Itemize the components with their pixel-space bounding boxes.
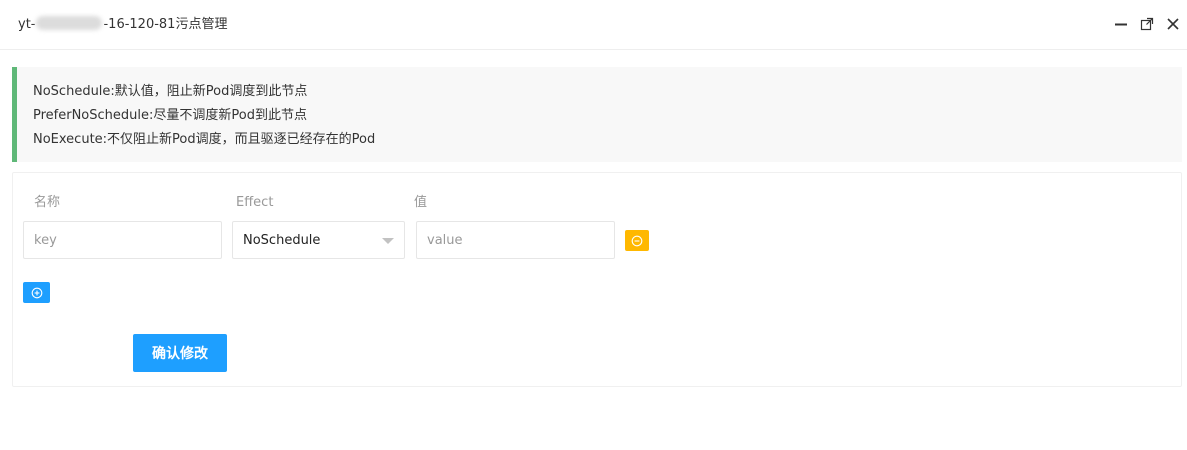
effect-selected-value: NoSchedule	[243, 233, 321, 248]
window-title-prefix: yt-	[18, 17, 36, 32]
window-title-suffix: -16-120-81污点管理	[103, 17, 228, 32]
minimize-button[interactable]	[1112, 15, 1130, 33]
window-title: yt- -16-120-81污点管理	[18, 15, 227, 35]
effect-select[interactable]: NoSchedule	[232, 221, 405, 259]
remove-row-button[interactable]	[625, 230, 649, 251]
maximize-button[interactable]	[1138, 15, 1156, 33]
effect-column-label: Effect	[236, 195, 274, 210]
plus-circle-icon	[31, 287, 42, 298]
notice-line-noexecute: NoExecute:不仅阻止新Pod调度，而且驱逐已经存在的Pod	[33, 132, 376, 147]
taint-effect-notice: NoSchedule:默认值，阻止新Pod调度到此节点 PreferNoSche…	[12, 67, 1182, 162]
close-button[interactable]	[1164, 15, 1182, 33]
close-icon	[1167, 18, 1179, 30]
name-column-label: 名称	[34, 195, 61, 210]
taint-value-input[interactable]	[416, 221, 615, 259]
redacted-text	[36, 16, 103, 30]
title-bar: yt- -16-120-81污点管理	[0, 0, 1187, 50]
notice-line-prefernoschedule: PreferNoSchedule:尽量不调度新Pod到此节点	[33, 108, 307, 123]
maximize-icon	[1140, 17, 1154, 31]
minus-circle-icon	[631, 235, 643, 246]
taint-key-input[interactable]	[23, 221, 222, 259]
value-column-label: 值	[414, 195, 428, 210]
caret-down-icon	[382, 238, 394, 244]
confirm-button[interactable]: 确认修改	[133, 334, 227, 372]
notice-line-noschedule: NoSchedule:默认值，阻止新Pod调度到此节点	[33, 84, 308, 99]
add-row-button[interactable]	[23, 282, 50, 303]
minimize-icon	[1115, 23, 1127, 26]
